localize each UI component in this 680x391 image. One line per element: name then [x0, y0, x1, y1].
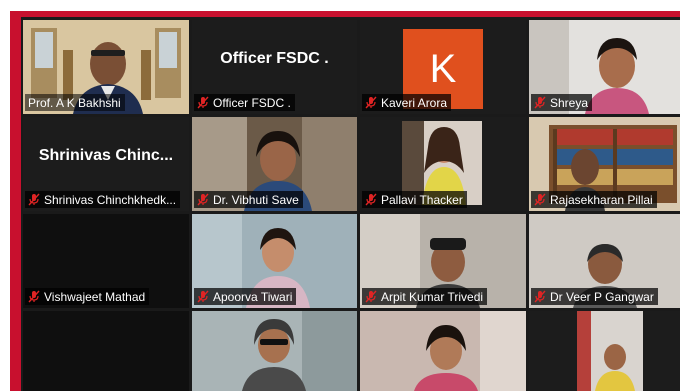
participant-name-bar: Officer FSDC . — [194, 94, 295, 111]
participant-tile[interactable]: Dr. Vibhuti Save — [192, 117, 357, 211]
participant-tile[interactable]: Pallavi Thacker — [360, 117, 526, 211]
participant-tile[interactable]: Rajasekharan Pillai — [529, 117, 680, 211]
participant-name-bar: Rajasekharan Pillai — [531, 191, 657, 208]
participant-tile[interactable] — [360, 311, 526, 391]
mic-muted-icon — [365, 193, 377, 206]
participant-tile[interactable]: Shrinivas Chinc... Shrinivas Chinchkhedk… — [23, 117, 189, 211]
participant-name-bar: Dr. Vibhuti Save — [194, 191, 303, 208]
participant-name-bar: Prof. A K Bakhshi — [25, 94, 125, 111]
participant-tile[interactable] — [192, 311, 357, 391]
participant-name: Rajasekharan Pillai — [550, 192, 653, 207]
participant-name: Prof. A K Bakhshi — [28, 95, 121, 110]
participant-name: Apoorva Tiwari — [213, 289, 293, 304]
participant-name: Vishwajeet Mathad — [44, 289, 146, 304]
participant-name: Pallavi Thacker — [381, 192, 463, 207]
participant-name: Kaveri Arora — [381, 95, 448, 110]
participant-name-bar: Apoorva Tiwari — [194, 288, 297, 305]
participant-name-bar: Shreya — [531, 94, 593, 111]
participant-tile[interactable] — [529, 311, 680, 391]
participant-tile[interactable]: Officer FSDC . Officer FSDC . — [192, 20, 357, 114]
participant-name-bar: Arpit Kumar Trivedi — [362, 288, 488, 305]
participant-tile[interactable]: Apoorva Tiwari — [192, 214, 357, 308]
mic-muted-icon — [197, 290, 209, 303]
participant-name: Shrinivas Chinchkhedk... — [44, 192, 177, 207]
participant-name: Shreya — [550, 95, 589, 110]
participant-name-bar: Kaveri Arora — [362, 94, 452, 111]
participant-tile[interactable]: Arpit Kumar Trivedi — [360, 214, 526, 308]
participant-video — [529, 311, 680, 391]
participant-display-name: Shrinivas Chinc... — [38, 147, 174, 165]
participant-name-bar: Dr Veer P Gangwar — [531, 288, 658, 305]
participant-display-name: Officer FSDC . — [220, 50, 329, 68]
participant-tile[interactable]: Dr Veer P Gangwar — [529, 214, 680, 308]
participant-tile[interactable]: Shreya — [529, 20, 680, 114]
participant-tile[interactable]: Prof. A K Bakhshi — [23, 20, 189, 114]
mic-muted-icon — [197, 193, 209, 206]
participant-name-bar: Pallavi Thacker — [362, 191, 467, 208]
participant-name: Dr Veer P Gangwar — [550, 289, 654, 304]
participant-tile[interactable]: K Kaveri Arora — [360, 20, 526, 114]
participant-name-bar: Vishwajeet Mathad — [25, 288, 150, 305]
participant-name: Officer FSDC . — [213, 95, 291, 110]
mic-muted-icon — [534, 290, 546, 303]
mic-muted-icon — [534, 193, 546, 206]
mic-muted-icon — [28, 193, 40, 206]
mic-muted-icon — [197, 96, 209, 109]
participant-video — [192, 311, 357, 391]
mic-muted-icon — [28, 290, 40, 303]
mic-muted-icon — [365, 290, 377, 303]
participant-name: Arpit Kumar Trivedi — [381, 289, 484, 304]
participant-name: Dr. Vibhuti Save — [213, 192, 299, 207]
gallery-view: Prof. A K Bakhshi Officer FSDC . Officer… — [21, 17, 680, 391]
screenshot-frame: Prof. A K Bakhshi Officer FSDC . Officer… — [0, 0, 680, 391]
mic-muted-icon — [365, 96, 377, 109]
participant-tile[interactable]: Vishwajeet Mathad — [23, 214, 189, 308]
mic-muted-icon — [534, 96, 546, 109]
participant-video — [360, 311, 526, 391]
participant-tile[interactable] — [23, 311, 189, 391]
participant-name-bar: Shrinivas Chinchkhedk... — [25, 191, 181, 208]
